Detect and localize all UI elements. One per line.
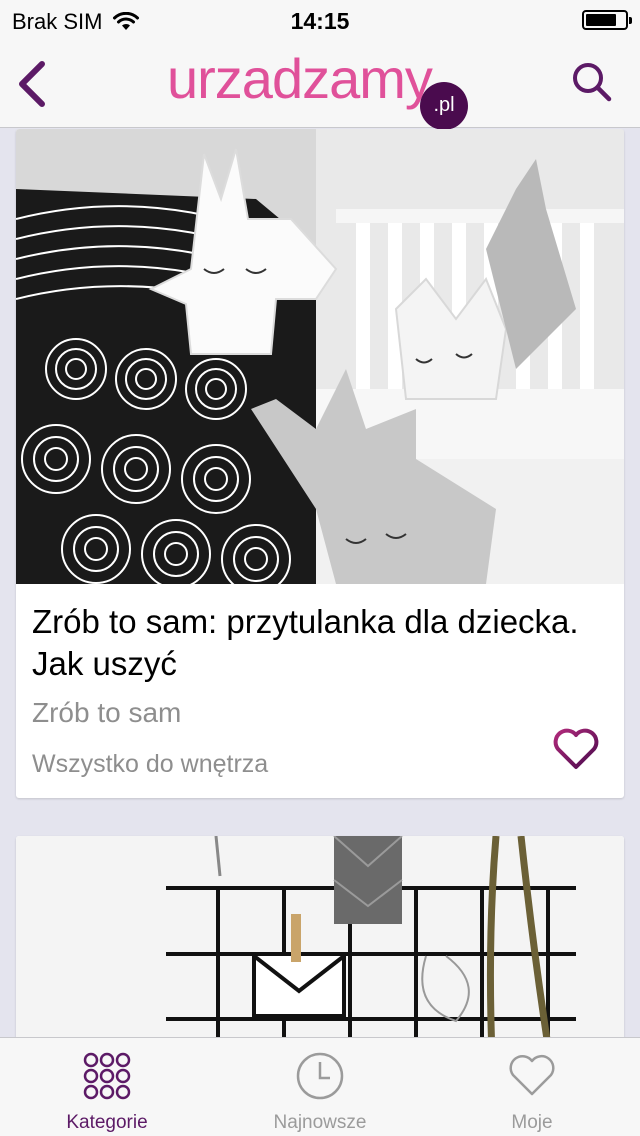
article-title[interactable]: Zrób to sam: przytulanka dla dziecka. Ja… — [32, 601, 592, 685]
status-time: 14:15 — [290, 8, 350, 34]
favorite-button[interactable] — [552, 727, 600, 771]
tab-label: Najnowsze — [273, 1112, 367, 1133]
grid-dots-icon — [83, 1052, 131, 1100]
tab-label: Kategorie — [66, 1112, 148, 1133]
search-icon — [573, 63, 612, 102]
back-button[interactable] — [12, 60, 56, 108]
heart-icon — [509, 1054, 555, 1096]
article-category[interactable]: Zrób to sam — [32, 697, 181, 729]
tab-bar: Kategorie Najnowsze Moje — [0, 1037, 640, 1136]
navigation-bar: urzadzamy .pl — [0, 40, 640, 130]
article-feed[interactable]: Zrób to sam: przytulanka dla dziecka. Ja… — [0, 129, 640, 1037]
app-logo: urzadzamy .pl — [167, 47, 477, 130]
tab-najnowsze[interactable]: Najnowsze — [240, 1038, 400, 1136]
article-card[interactable]: Zrób to sam: przytulanka dla dziecka. Ja… — [16, 129, 624, 798]
search-button[interactable] — [570, 60, 614, 104]
article-image[interactable] — [16, 836, 624, 1037]
logo-suffix-badge: .pl — [420, 82, 468, 130]
tab-moje[interactable]: Moje — [452, 1038, 612, 1136]
clock-icon — [296, 1052, 344, 1100]
heart-icon — [553, 728, 599, 769]
tab-label: Moje — [511, 1112, 553, 1133]
battery-icon — [582, 10, 632, 30]
article-source: Wszystko do wnętrza — [32, 750, 269, 778]
logo-text: urzadzamy — [167, 47, 433, 110]
article-image[interactable] — [16, 129, 624, 584]
status-bar: Brak SIM 14:15 — [0, 0, 640, 40]
article-card[interactable] — [16, 836, 624, 1037]
chevron-left-icon — [19, 61, 45, 107]
tab-kategorie[interactable]: Kategorie — [27, 1038, 187, 1136]
